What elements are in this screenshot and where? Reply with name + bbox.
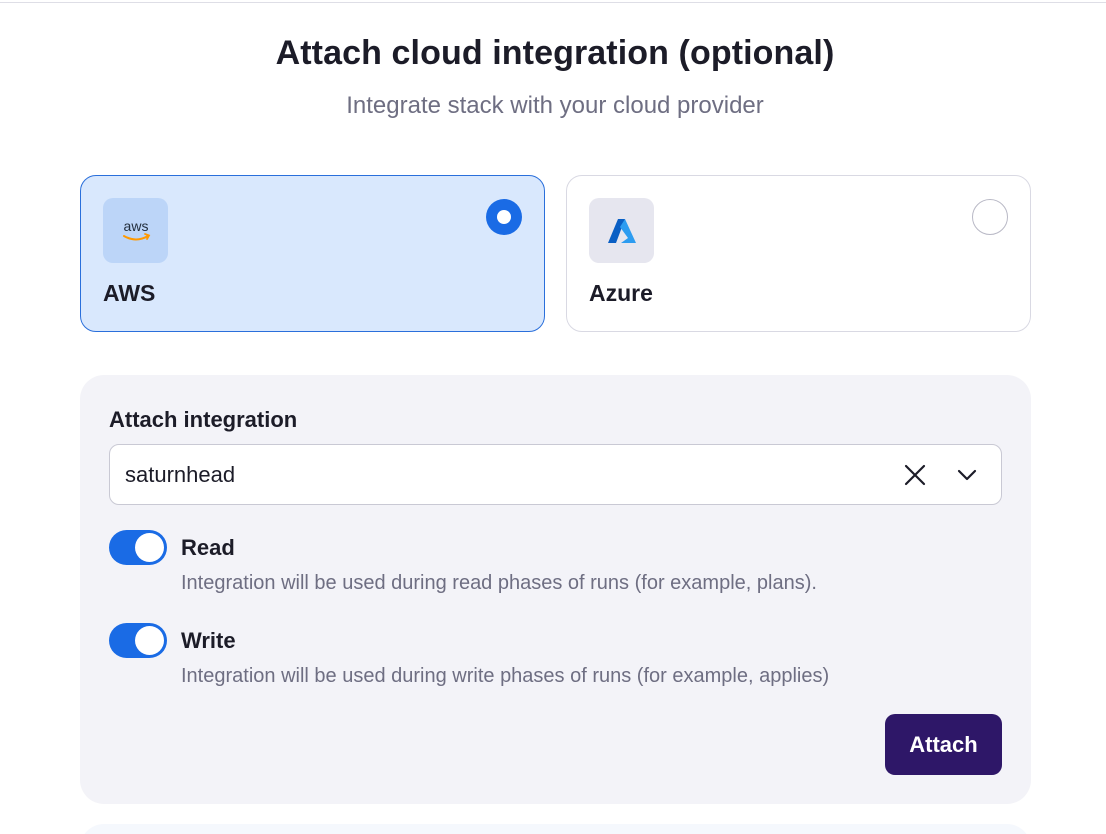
integration-select[interactable]: saturnhead	[109, 444, 1002, 505]
page-title: Attach cloud integration (optional)	[275, 34, 835, 72]
provider-radio-azure[interactable]	[972, 199, 1008, 235]
write-toggle[interactable]	[109, 623, 167, 658]
read-toggle-knob	[135, 533, 164, 562]
read-description: Integration will be used during read pha…	[181, 572, 817, 594]
read-label: Read	[181, 535, 235, 560]
write-label: Write	[181, 628, 236, 653]
write-toggle-knob	[135, 626, 164, 655]
provider-card-aws[interactable]: aws AWS	[80, 175, 545, 332]
provider-name-azure: Azure	[589, 280, 653, 306]
next-section-panel	[80, 824, 1031, 834]
provider-name-aws: AWS	[103, 280, 156, 306]
write-description: Integration will be used during write ph…	[181, 665, 830, 687]
close-icon[interactable]	[902, 462, 928, 488]
page: Attach cloud integration (optional) Inte…	[0, 0, 1106, 834]
aws-logo-text: aws	[123, 218, 148, 234]
integration-select-value: saturnhead	[125, 462, 236, 487]
provider-card-azure[interactable]: Azure	[566, 175, 1031, 332]
top-divider	[0, 2, 1106, 3]
page-subtitle: Integrate stack with your cloud provider	[346, 92, 764, 119]
azure-logo-icon	[589, 198, 654, 263]
read-toggle[interactable]	[109, 530, 167, 565]
chevron-down-icon[interactable]	[954, 462, 980, 488]
provider-radio-aws[interactable]	[486, 199, 522, 235]
aws-logo-icon: aws	[103, 198, 168, 263]
attach-integration-label: Attach integration	[109, 407, 298, 432]
integration-panel: Attach integration saturnhead Read Integ…	[80, 375, 1031, 804]
attach-button[interactable]: Attach	[885, 714, 1002, 775]
